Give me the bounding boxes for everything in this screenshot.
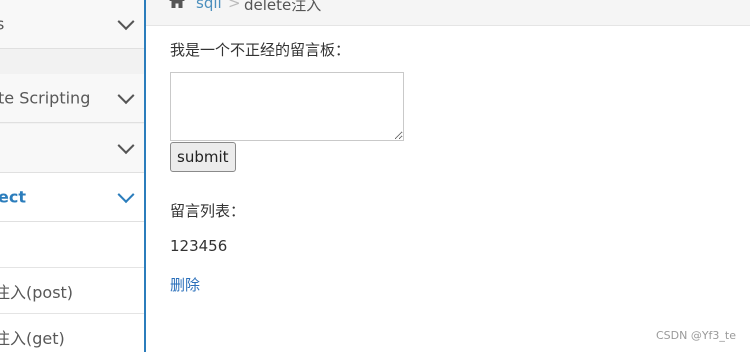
sidebar-item-category[interactable] — [0, 124, 144, 173]
sidebar: s te Scripting ect 注入(post) 注入(get) — [0, 0, 146, 360]
main-content: 我是一个不正经的留言板： submit 留言列表： 123456 删除 CSDN… — [146, 26, 750, 352]
message-list-title: 留言列表： — [170, 202, 246, 220]
breadcrumb: sqli > delete注入 — [146, 0, 750, 26]
sidebar-item-xss-category[interactable]: s — [0, 0, 144, 49]
sidebar-item-label: ect — [0, 187, 26, 207]
sidebar-subitem-label: 注入(post) — [0, 282, 74, 302]
breadcrumb-current: delete注入 — [244, 0, 322, 14]
message-item: 123456 — [170, 237, 228, 255]
chevron-down-icon — [117, 137, 135, 155]
chevron-down-icon — [117, 13, 135, 31]
chevron-down-icon — [117, 186, 135, 204]
delete-link[interactable]: 删除 — [170, 274, 200, 295]
chevron-down-icon — [117, 87, 135, 105]
sidebar-item-cross-site-scripting[interactable]: te Scripting — [0, 74, 144, 123]
sidebar-item-label: te Scripting — [0, 88, 91, 108]
breadcrumb-link[interactable]: sqli — [196, 0, 222, 12]
watermark: CSDN @Yf3_te — [655, 329, 736, 342]
sidebar-subitem-label: 注入(get) — [0, 329, 65, 348]
message-board-prompt: 我是一个不正经的留言板： — [170, 41, 351, 59]
sidebar-subitem-post[interactable]: 注入(post) — [0, 268, 144, 314]
sidebar-item-sql-inject[interactable]: ect — [0, 173, 144, 222]
sidebar-item-label: s — [0, 14, 5, 34]
submit-button[interactable]: submit — [170, 142, 236, 172]
home-icon[interactable] — [168, 0, 186, 9]
sidebar-subitem[interactable] — [0, 222, 144, 268]
sidebar-subitem-get[interactable]: 注入(get) — [0, 314, 144, 360]
breadcrumb-separator: > — [228, 0, 241, 12]
message-textarea[interactable] — [170, 72, 404, 141]
